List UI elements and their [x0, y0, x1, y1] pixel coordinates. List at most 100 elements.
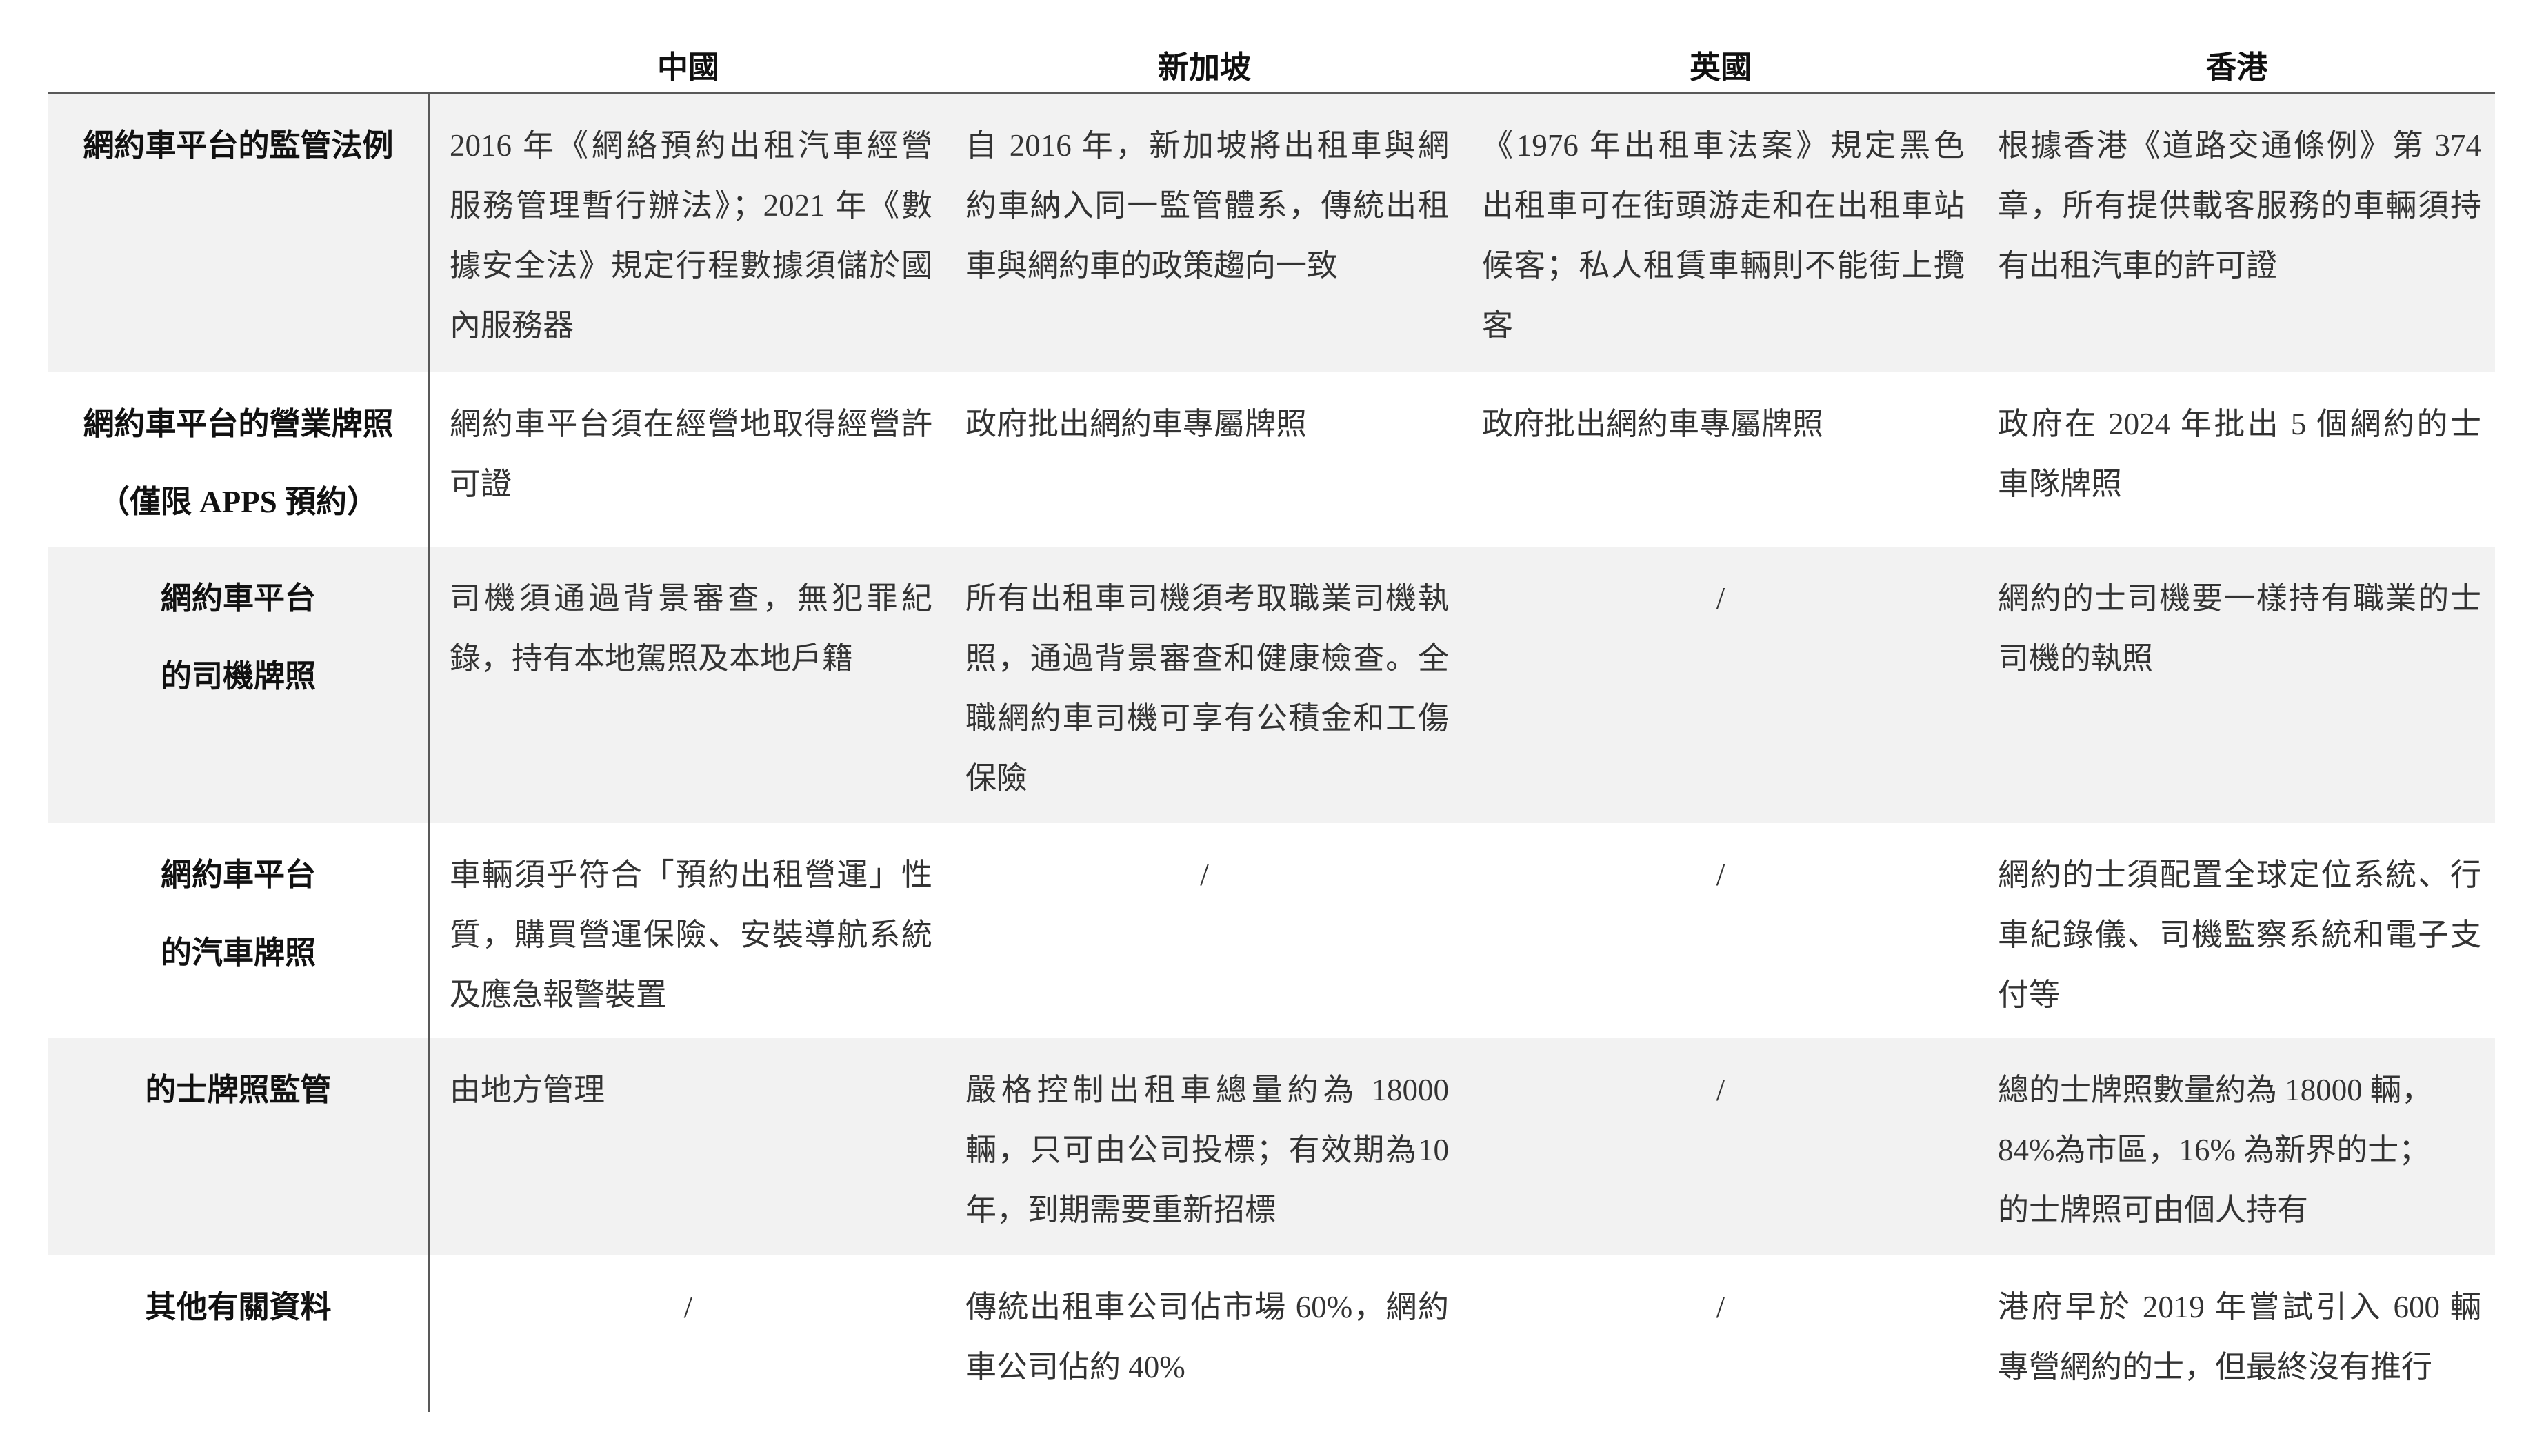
cell-line: 的士牌照可由個人持有: [1998, 1193, 2309, 1227]
row-platform-driver-license: 網約車平台 的司機牌照 司機須通過背景審查，無犯罪紀 錄，持有本地駕照及本地戶籍…: [48, 547, 2495, 823]
not-applicable-mark: /: [1716, 1290, 1725, 1324]
cell-line: 《1976 年出租車法案》規定黑色: [1482, 128, 1965, 163]
cell-line: 司機的執照: [1998, 641, 2154, 676]
cell-line: 自 2016 年，新加坡將出租車與網: [965, 128, 1449, 163]
not-applicable-mark: /: [1716, 581, 1725, 616]
cell-line: 網約車平台須在經營地取得經營許: [450, 407, 932, 441]
cell-hong-kong: 網約的士司機要一樣持有職業的士 司機的執照: [1979, 547, 2495, 823]
cell-line: 專營網約的士，但最終沒有推行: [1998, 1350, 2433, 1384]
cell-line: 服務管理暫行辦法》；2021 年《數: [450, 188, 932, 223]
column-header-hong-kong: 香港: [2205, 50, 2268, 85]
table-header-row: 中國 新加坡 英國 香港: [48, 0, 2495, 94]
cell-hong-kong: 根據香港《道路交通條例》第 374 章，所有提供載客服務的車輛須持 有出租汽車的…: [1979, 94, 2495, 372]
not-applicable-mark: /: [683, 1290, 693, 1324]
cell-line: 傳統出租車公司佔市場 60%，網約: [965, 1290, 1449, 1324]
not-applicable-mark: /: [1200, 858, 1209, 892]
row-label: 網約車平台 的司機牌照: [48, 547, 430, 823]
cell-line: 政府批出網約車專屬牌照: [1482, 407, 1824, 441]
cell-line: 嚴格控制出租車總量約為 18000: [965, 1073, 1449, 1107]
cell-line: 車紀錄儀、司機監察系統和電子支: [1998, 918, 2481, 952]
row-platform-vehicle-license: 網約車平台 的汽車牌照 車輛須乎符合「預約出租營運」性 質，購買營運保險、安裝導…: [48, 823, 2495, 1038]
cell-line: 網約的士司機要一樣持有職業的士: [1998, 581, 2481, 616]
cell-singapore: 政府批出網約車專屬牌照: [946, 372, 1463, 547]
cell-line: 車隊牌照: [1998, 467, 2123, 501]
cell-line: 約車納入同一監管體系，傳統出租: [965, 188, 1449, 223]
cell-line: 港府早於 2019 年嘗試引入 600 輛: [1998, 1290, 2481, 1324]
cell-line: 84%為市區，16% 為新界的士；: [1998, 1133, 2430, 1167]
header-corner: [48, 0, 430, 92]
cell-singapore: /: [946, 823, 1463, 1038]
cell-line: 車輛須乎符合「預約出租營運」性: [450, 858, 932, 892]
cell-line: 車公司佔約 40%: [965, 1350, 1185, 1384]
row-label-line: 網約車平台: [160, 858, 316, 892]
cell-line: 2016 年《網絡預約出租汽車經營: [450, 128, 932, 163]
row-platform-business-license: 網約車平台的營業牌照 （僅限 APPS 預約） 網約車平台須在經營地取得經營許 …: [48, 372, 2495, 547]
cell-line: 根據香港《道路交通條例》第 374: [1998, 128, 2481, 163]
not-applicable-mark: /: [1716, 1073, 1725, 1107]
cell-china: /: [430, 1255, 946, 1412]
row-label-line: 網約車平台的監管法例: [83, 128, 394, 163]
row-label: 網約車平台的監管法例: [48, 94, 430, 372]
row-label-line: （僅限 APPS 預約）: [98, 485, 378, 519]
cell-singapore: 嚴格控制出租車總量約為 18000 輛，只可由公司投標；有效期為10 年，到期需…: [946, 1038, 1463, 1255]
row-taxi-license-regulation: 的士牌照監管 由地方管理 嚴格控制出租車總量約為 18000 輛，只可由公司投標…: [48, 1038, 2495, 1255]
cell-singapore: 傳統出租車公司佔市場 60%，網約 車公司佔約 40%: [946, 1255, 1463, 1412]
cell-line: 職網約車司機可享有公積金和工傷: [965, 701, 1449, 736]
cell-line: 總的士牌照數量約為 18000 輛，: [1998, 1073, 2433, 1107]
cell-hong-kong: 總的士牌照數量約為 18000 輛， 84%為市區，16% 為新界的士； 的士牌…: [1979, 1038, 2495, 1255]
cell-line: 出租車可在街頭游走和在出租車站: [1482, 188, 1965, 223]
cell-china: 網約車平台須在經營地取得經營許 可證: [430, 372, 946, 547]
cell-line: 司機須通過背景審查，無犯罪紀: [450, 581, 932, 616]
cell-line: 章，所有提供載客服務的車輛須持: [1998, 188, 2481, 223]
row-label-line: 的汽車牌照: [160, 936, 316, 970]
row-other-information: 其他有關資料 / 傳統出租車公司佔市場 60%，網約 車公司佔約 40% / 港…: [48, 1255, 2495, 1412]
row-label-line: 網約車平台的營業牌照: [83, 407, 394, 441]
cell-uk: /: [1463, 823, 1979, 1038]
cell-line: 所有出租車司機須考取職業司機執: [965, 581, 1449, 616]
cell-line: 候客；私人租賃車輛則不能街上攬: [1482, 248, 1965, 283]
cell-china: 車輛須乎符合「預約出租營運」性 質，購買營運保險、安裝導航系統 及應急報警裝置: [430, 823, 946, 1038]
cell-singapore: 所有出租車司機須考取職業司機執 照，通過背景審查和健康檢查。全 職網約車司機可享…: [946, 547, 1463, 823]
row-label: 網約車平台的營業牌照 （僅限 APPS 預約）: [48, 372, 430, 547]
cell-line: 據安全法》規定行程數據須儲於國: [450, 248, 932, 283]
cell-china: 由地方管理: [430, 1038, 946, 1255]
column-header-singapore: 新加坡: [1157, 50, 1251, 85]
cell-line: 輛，只可由公司投標；有效期為10: [965, 1133, 1449, 1167]
cell-line: 保險: [965, 761, 1028, 796]
cell-line: 錄，持有本地駕照及本地戶籍: [450, 641, 854, 676]
cell-line: 客: [1482, 308, 1514, 343]
row-label: 網約車平台 的汽車牌照: [48, 823, 430, 1038]
cell-china: 司機須通過背景審查，無犯罪紀 錄，持有本地駕照及本地戶籍: [430, 547, 946, 823]
column-header-china: 中國: [657, 50, 719, 85]
cell-hong-kong: 港府早於 2019 年嘗試引入 600 輛 專營網約的士，但最終沒有推行: [1979, 1255, 2495, 1412]
cell-line: 有出租汽車的許可證: [1998, 248, 2278, 283]
row-label: 的士牌照監管: [48, 1038, 430, 1255]
cell-line: 照，通過背景審查和健康檢查。全: [965, 641, 1449, 676]
comparison-table: 中國 新加坡 英國 香港 網約車平台的監管法例 2016 年《網絡預約出租汽車經…: [48, 0, 2495, 1412]
cell-line: 付等: [1998, 978, 2061, 1012]
row-label-line: 網約車平台: [160, 581, 316, 616]
cell-china: 2016 年《網絡預約出租汽車經營 服務管理暫行辦法》；2021 年《數 據安全…: [430, 94, 946, 372]
cell-hong-kong: 網約的士須配置全球定位系統、行 車紀錄儀、司機監察系統和電子支 付等: [1979, 823, 2495, 1038]
cell-uk: /: [1463, 1255, 1979, 1412]
row-label-line: 其他有關資料: [145, 1290, 332, 1324]
cell-line: 政府在 2024 年批出 5 個網約的士: [1998, 407, 2481, 441]
row-label: 其他有關資料: [48, 1255, 430, 1412]
row-label-line: 的司機牌照: [160, 659, 316, 694]
cell-line: 內服務器: [450, 308, 574, 343]
cell-uk: 《1976 年出租車法案》規定黑色 出租車可在街頭游走和在出租車站 候客；私人租…: [1463, 94, 1979, 372]
cell-line: 年，到期需要重新招標: [965, 1193, 1276, 1227]
cell-hong-kong: 政府在 2024 年批出 5 個網約的士 車隊牌照: [1979, 372, 2495, 547]
cell-line: 及應急報警裝置: [450, 978, 668, 1012]
cell-singapore: 自 2016 年，新加坡將出租車與網 約車納入同一監管體系，傳統出租 車與網約車…: [946, 94, 1463, 372]
cell-uk: /: [1463, 1038, 1979, 1255]
row-platform-regulation: 網約車平台的監管法例 2016 年《網絡預約出租汽車經營 服務管理暫行辦法》；2…: [48, 94, 2495, 372]
cell-line: 由地方管理: [450, 1073, 605, 1107]
cell-line: 質，購買營運保險、安裝導航系統: [450, 918, 932, 952]
cell-line: 網約的士須配置全球定位系統、行: [1998, 858, 2481, 892]
column-header-uk: 英國: [1689, 50, 1752, 85]
cell-line: 政府批出網約車專屬牌照: [965, 407, 1308, 441]
row-label-line: 的士牌照監管: [145, 1073, 332, 1107]
cell-uk: 政府批出網約車專屬牌照: [1463, 372, 1979, 547]
not-applicable-mark: /: [1716, 858, 1725, 892]
